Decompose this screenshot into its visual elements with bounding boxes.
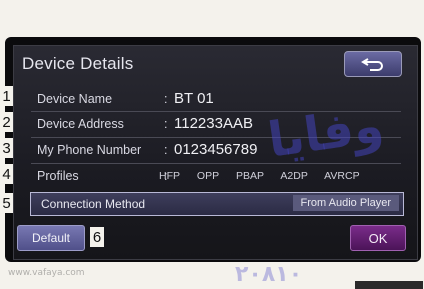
profiles-list: HFP OPP PBAP A2DP AVRCP [159,170,374,182]
callout-number: 3 [0,138,13,158]
default-button[interactable]: Default [17,225,85,251]
profile-opp: OPP [196,170,220,182]
profiles-row: Profiles : HFP OPP PBAP A2DP AVRCP [31,165,401,187]
my-phone-number-label: My Phone Number [37,143,142,157]
connection-method-label: Connection Method [41,197,146,211]
callout-number: 1 [0,86,13,106]
connection-method-value[interactable]: From Audio Player [292,195,399,211]
profile-avrcp: AVRCP [324,170,360,182]
watermark-numbers: ۲۰۸۱۰ [235,262,303,287]
back-button[interactable] [344,51,402,77]
device-address-value: 112233AAB [174,115,253,132]
device-address-label: Device Address [37,117,124,131]
connection-method-row[interactable]: Connection Method From Audio Player [30,192,404,216]
callout-number: 4 [0,164,13,184]
my-phone-number-value: 0123456789 [174,141,258,158]
profile-a2dp: A2DP [280,170,308,182]
profile-pbap: PBAP [236,170,265,182]
divider [31,163,401,164]
corner-tag [355,281,423,289]
watermark-url: www.vafaya.com [8,268,85,278]
callout-number: 2 [0,112,13,132]
profile-hfp: HFP [159,170,180,182]
ok-button[interactable]: OK [350,225,406,251]
profiles-label: Profiles [37,169,79,183]
page-title: Device Details [22,54,134,73]
device-name-label: Device Name [37,92,113,106]
device-name-value: BT 01 [174,90,214,107]
return-arrow-icon [361,58,383,71]
callout-number: 5 [0,193,13,213]
callout-number: 6 [90,227,104,247]
